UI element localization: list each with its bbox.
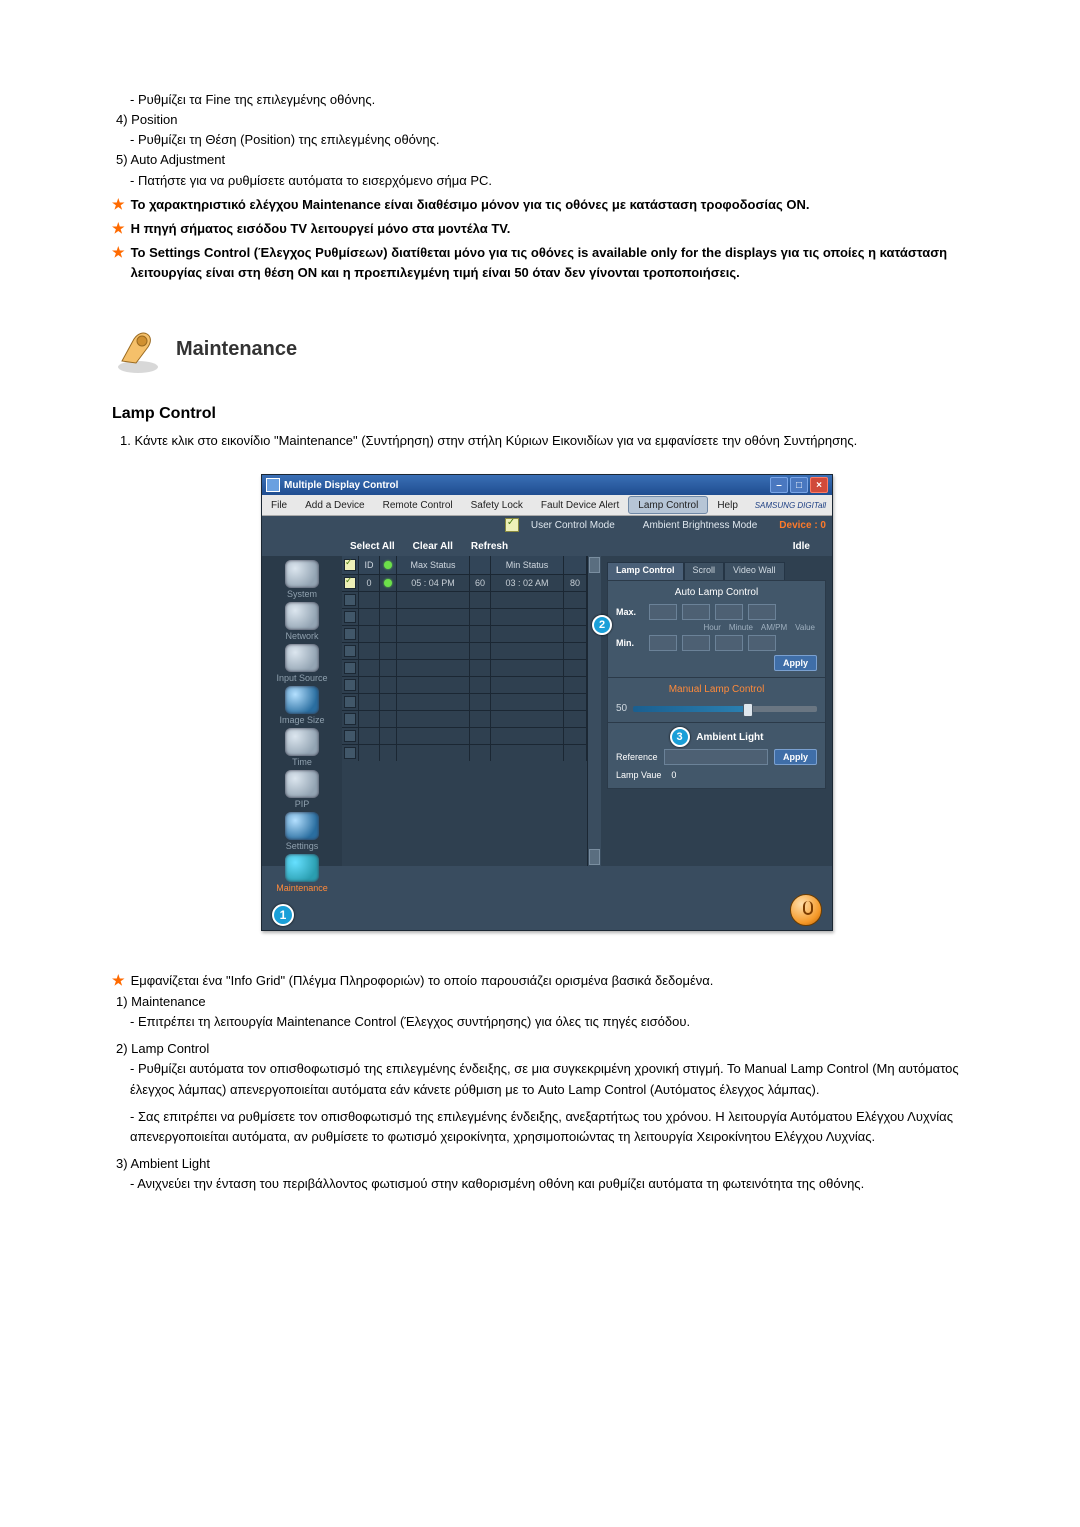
window-title: Multiple Display Control bbox=[284, 480, 398, 491]
info-grid-note: Εμφανίζεται ένα "Info Grid" (Πλέγμα Πληρ… bbox=[131, 971, 714, 992]
star-icon: ★ bbox=[112, 219, 125, 239]
sidebar-item-input-source[interactable]: Input Source bbox=[272, 642, 332, 683]
below-i2-desc-a: Ρυθμίζει αυτόματα τον οπισθοφωτισμό της … bbox=[112, 1059, 980, 1101]
lamp-value-label: Lamp Vaue bbox=[616, 770, 661, 780]
sidebar: System Network Input Source Image Size T… bbox=[262, 556, 342, 866]
star-icon: ★ bbox=[112, 195, 125, 215]
info-grid: ID Max Status Min Status 0 05 : 04 PM bbox=[342, 556, 588, 866]
status-dot-icon bbox=[384, 561, 392, 569]
lamp-value: 0 bbox=[671, 770, 676, 780]
brand-label: SAMSUNG DIGITall bbox=[755, 501, 832, 510]
sidebar-item-settings[interactable]: Settings bbox=[272, 810, 332, 851]
tab-lamp-control[interactable]: Lamp Control bbox=[607, 562, 684, 580]
auto-apply-button[interactable]: Apply bbox=[774, 655, 817, 671]
item5-desc: Πατήστε για να ρυθμίσετε αυτόματα το εισ… bbox=[112, 171, 980, 191]
min-label: Min. bbox=[616, 638, 644, 648]
max-value-dropdown[interactable] bbox=[748, 604, 776, 620]
star-note-2: Η πηγή σήματος εισόδου TV λειτουργεί μόν… bbox=[131, 219, 511, 239]
lamp-control-panel: Auto Lamp Control Max. Hour Minute bbox=[607, 580, 826, 789]
app-window: Multiple Display Control – □ × File Add … bbox=[261, 474, 833, 931]
below-i2-desc-b: Σας επιτρέπει να ρυθμίσετε τον οπισθοφωτ… bbox=[112, 1101, 980, 1149]
sidebar-item-network[interactable]: Network bbox=[272, 600, 332, 641]
row-status-icon bbox=[384, 579, 392, 587]
sidebar-item-system[interactable]: System bbox=[272, 558, 332, 599]
ambient-mode-label: Ambient Brightness Mode bbox=[643, 520, 758, 531]
below-i1-desc: Επιτρέπει τη λειτουργία Maintenance Cont… bbox=[112, 1012, 980, 1033]
menu-fault-alert[interactable]: Fault Device Alert bbox=[532, 495, 628, 515]
min-ampm-dropdown[interactable] bbox=[715, 635, 743, 651]
item5-label: 5) Auto Adjustment bbox=[112, 150, 980, 170]
below-i2-label: 2) Lamp Control bbox=[112, 1033, 980, 1059]
reference-dropdown[interactable] bbox=[664, 749, 768, 765]
auto-lamp-title: Auto Lamp Control bbox=[616, 585, 817, 602]
slider-value: 50 bbox=[616, 703, 627, 714]
col-max-status: Max Status bbox=[397, 556, 470, 574]
sidebar-item-time[interactable]: Time bbox=[272, 726, 332, 767]
menu-lamp-control[interactable]: Lamp Control bbox=[628, 496, 708, 514]
max-minute-dropdown[interactable] bbox=[682, 604, 710, 620]
max-ampm-dropdown[interactable] bbox=[715, 604, 743, 620]
min-minute-dropdown[interactable] bbox=[682, 635, 710, 651]
maximize-button[interactable]: □ bbox=[790, 477, 808, 493]
power-icon[interactable] bbox=[790, 894, 822, 926]
status-idle: Idle bbox=[793, 541, 832, 552]
maintenance-section-icon bbox=[112, 323, 164, 375]
fine-desc: Ρυθμίζει τα Fine της επιλεγμένης οθόνης. bbox=[112, 90, 980, 110]
refresh-button[interactable]: Refresh bbox=[471, 541, 508, 552]
col-min-status: Min Status bbox=[491, 556, 564, 574]
table-row[interactable]: 0 05 : 04 PM 60 03 : 02 AM 80 bbox=[342, 574, 587, 591]
menu-add-device[interactable]: Add a Device bbox=[296, 495, 373, 515]
section-title: Maintenance bbox=[176, 338, 297, 361]
app-icon bbox=[266, 478, 280, 492]
marker-2-icon: 2 bbox=[592, 615, 612, 635]
row-checkbox[interactable] bbox=[344, 577, 356, 589]
min-value-dropdown[interactable] bbox=[748, 635, 776, 651]
col-id: ID bbox=[359, 556, 380, 574]
menu-safety-lock[interactable]: Safety Lock bbox=[462, 495, 532, 515]
grid-scrollbar[interactable] bbox=[588, 556, 601, 866]
star-icon: ★ bbox=[112, 971, 125, 992]
marker-1-icon: 1 bbox=[272, 904, 294, 926]
star-note-3: Το Settings Control (Έλεγχος Ρυθμίσεων) … bbox=[131, 243, 980, 283]
menubar: File Add a Device Remote Control Safety … bbox=[262, 495, 832, 516]
max-hour-dropdown[interactable] bbox=[649, 604, 677, 620]
menu-file[interactable]: File bbox=[262, 495, 296, 515]
below-i1-label: 1) Maintenance bbox=[112, 992, 980, 1012]
device-count: Device : 0 bbox=[779, 520, 826, 531]
subsection-title: Lamp Control bbox=[112, 405, 980, 423]
tab-scroll[interactable]: Scroll bbox=[684, 562, 725, 580]
min-hour-dropdown[interactable] bbox=[649, 635, 677, 651]
select-all-button[interactable]: Select All bbox=[350, 541, 395, 552]
user-mode-label: User Control Mode bbox=[531, 520, 615, 531]
titlebar: Multiple Display Control – □ × bbox=[262, 475, 832, 495]
menu-remote-control[interactable]: Remote Control bbox=[374, 495, 462, 515]
close-button[interactable]: × bbox=[810, 477, 828, 493]
tab-video-wall[interactable]: Video Wall bbox=[724, 562, 785, 580]
clear-all-button[interactable]: Clear All bbox=[413, 541, 453, 552]
reference-label: Reference bbox=[616, 752, 658, 762]
sidebar-item-maintenance[interactable]: Maintenance bbox=[272, 852, 332, 893]
manual-lamp-title: Manual Lamp Control bbox=[616, 682, 817, 699]
intro-step-1: 1. Κάντε κλικ στο εικονίδιο "Maintenance… bbox=[112, 431, 980, 452]
sidebar-item-image-size[interactable]: Image Size bbox=[272, 684, 332, 725]
sidebar-item-pip[interactable]: PIP bbox=[272, 768, 332, 809]
header-checkbox[interactable] bbox=[344, 559, 356, 571]
ambient-light-title: Ambient Light bbox=[692, 732, 763, 743]
star-note-1: Το χαρακτηριστικό ελέγχου Maintenance εί… bbox=[131, 195, 810, 215]
menu-help[interactable]: Help bbox=[708, 495, 747, 515]
user-mode-checkbox[interactable] bbox=[505, 518, 519, 532]
item4-desc: Ρυθμίζει τη Θέση (Position) της επιλεγμέ… bbox=[112, 130, 980, 150]
marker-3-icon: 3 bbox=[670, 727, 690, 747]
star-icon: ★ bbox=[112, 243, 125, 283]
below-i3-desc: Ανιχνεύει την ένταση του περιβάλλοντος φ… bbox=[112, 1174, 980, 1195]
lamp-slider[interactable] bbox=[633, 706, 817, 712]
item4-label: 4) Position bbox=[112, 110, 980, 130]
ambient-apply-button[interactable]: Apply bbox=[774, 749, 817, 765]
minimize-button[interactable]: – bbox=[770, 477, 788, 493]
max-label: Max. bbox=[616, 607, 644, 617]
below-i3-label: 3) Ambient Light bbox=[112, 1148, 980, 1174]
